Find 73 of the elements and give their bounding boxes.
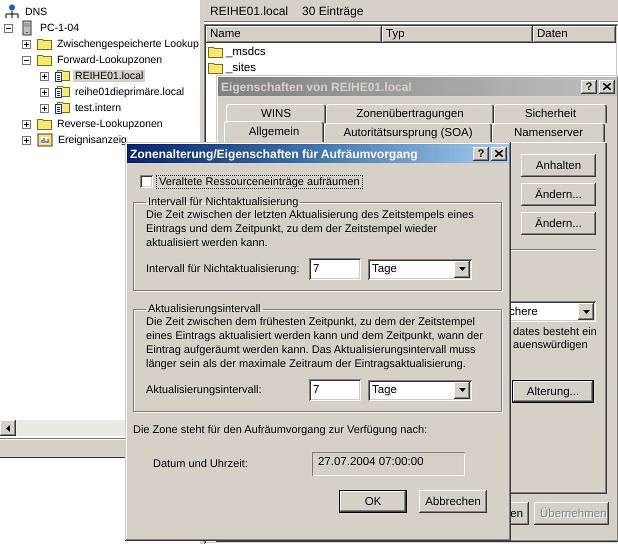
date-field: 27.07.2004 07:00:00 (312, 452, 465, 476)
unit-dropdown[interactable]: Tage (368, 380, 472, 400)
window-title: Eigenschaften von REIHE01.local (221, 80, 413, 94)
tree-item[interactable]: Forward-Lookupzonen (55, 54, 164, 66)
list-item[interactable]: _sites (226, 62, 256, 74)
field-label: Intervall für Nichtaktualisierung: (146, 263, 300, 275)
collapse-icon[interactable] (22, 56, 31, 64)
close-icon (603, 83, 611, 90)
zone-folder-icon (55, 86, 70, 98)
folder-icon (37, 38, 52, 50)
tree-item[interactable]: REIHE01.local (73, 70, 146, 82)
note-text: auenswürdigen (513, 339, 589, 352)
tab[interactable]: Namenserver (492, 123, 605, 142)
zone-name: REIHE01.local (210, 4, 288, 18)
checkbox[interactable] (140, 175, 153, 188)
dialog-button[interactable]: Ändern... (521, 183, 596, 206)
description-text: Die Zeit zwischen dem frühesten Zeitpunkt, zu dem der Zeitstempel eines Eintrags aktualisiert werden kann und dem Zeitpunkt, wann der Eintrag aufgeräumt werden kann. Das Aktualisierungsintervall muss länger sein als der maximale Zeitraum der Eintragsaktualisierung. (146, 315, 484, 371)
expand-icon[interactable] (22, 120, 31, 128)
tree-item[interactable]: reihe01dieprimäre.local (73, 86, 186, 98)
tree-item[interactable]: test.intern (73, 102, 124, 114)
expand-icon[interactable] (22, 136, 31, 144)
tab[interactable]: Autoritätsursprung (SOA) (324, 123, 492, 142)
tab[interactable]: Allgemein (224, 121, 324, 142)
collapse-icon[interactable] (4, 24, 13, 32)
tab[interactable]: Zonenübertragungen (326, 104, 494, 123)
expand-icon[interactable] (40, 104, 49, 112)
help-button[interactable]: ? (581, 80, 597, 94)
tree-item[interactable]: PC-1-04 (38, 22, 82, 34)
entry-count: 30 Einträge (302, 4, 364, 18)
close-icon (495, 150, 503, 157)
close-button[interactable] (491, 146, 507, 160)
tab[interactable]: Sicherheit (494, 104, 607, 123)
network-icon (4, 4, 20, 20)
tab[interactable]: WINS (226, 104, 326, 123)
note-text: dates besteht ein (513, 326, 598, 339)
description-text: Die Zeit zwischen der letzten Aktualisierung des Zeitstempels eines Eintrags und dem Zeitpunkt, zu dem der Zeitstempel wieder aktualisiert werden kann. (146, 208, 475, 250)
expand-icon[interactable] (40, 72, 49, 80)
tree-item[interactable]: Reverse-Lookupzonen (55, 118, 165, 130)
folder-icon (37, 118, 52, 130)
group-title: Intervall für Nichtaktualisierung (147, 196, 300, 208)
column-header[interactable]: Daten (533, 26, 616, 43)
dialog-button[interactable]: Anhalten (521, 154, 596, 177)
help-button[interactable]: ? (473, 146, 489, 160)
group-title: Aktualisierungsintervall (147, 303, 262, 315)
checkbox-label[interactable]: Veraltete Ressourceneinträge aufräumen (157, 176, 362, 188)
left-arrow-icon (6, 424, 10, 432)
field-label: Aktualisierungsintervall: (146, 384, 263, 396)
dialog-button[interactable]: OK (339, 490, 407, 513)
zone-folder-icon (55, 70, 70, 82)
tree-item[interactable]: Zwischengespeicherte Lookup (55, 38, 201, 50)
list-item[interactable]: _msdcs (226, 46, 266, 58)
folder-icon (208, 46, 223, 58)
event-log-icon (37, 132, 53, 148)
folder-icon (208, 62, 223, 74)
tree-item[interactable]: Ereignisanzeig (56, 134, 129, 146)
expand-icon[interactable] (40, 88, 49, 96)
column-header[interactable]: Name (206, 26, 382, 43)
scroll-left-button[interactable] (0, 420, 16, 436)
zone-folder-icon (55, 102, 70, 114)
window-title: Zonenalterung/Eigenschaften für Aufräumvorgang (130, 146, 419, 160)
expand-icon[interactable] (22, 40, 31, 48)
dialog-button[interactable]: Abbrechen (419, 490, 487, 513)
folder-icon (37, 54, 52, 66)
availability-text: Die Zone steht für den Aufräumvorgang zur Verfügung nach: (133, 424, 428, 436)
dialog-button[interactable]: Ändern... (521, 212, 596, 235)
interval-input[interactable]: 7 (309, 379, 361, 401)
column-header[interactable]: Typ (382, 26, 533, 43)
unit-dropdown[interactable]: Tage (368, 258, 472, 280)
field-label: Datum und Uhrzeit: (153, 458, 249, 470)
close-button[interactable] (599, 80, 615, 94)
tree-item[interactable]: DNS (23, 6, 50, 18)
interval-input[interactable]: 7 (309, 258, 361, 280)
aging-button[interactable]: Alterung... (512, 380, 594, 403)
